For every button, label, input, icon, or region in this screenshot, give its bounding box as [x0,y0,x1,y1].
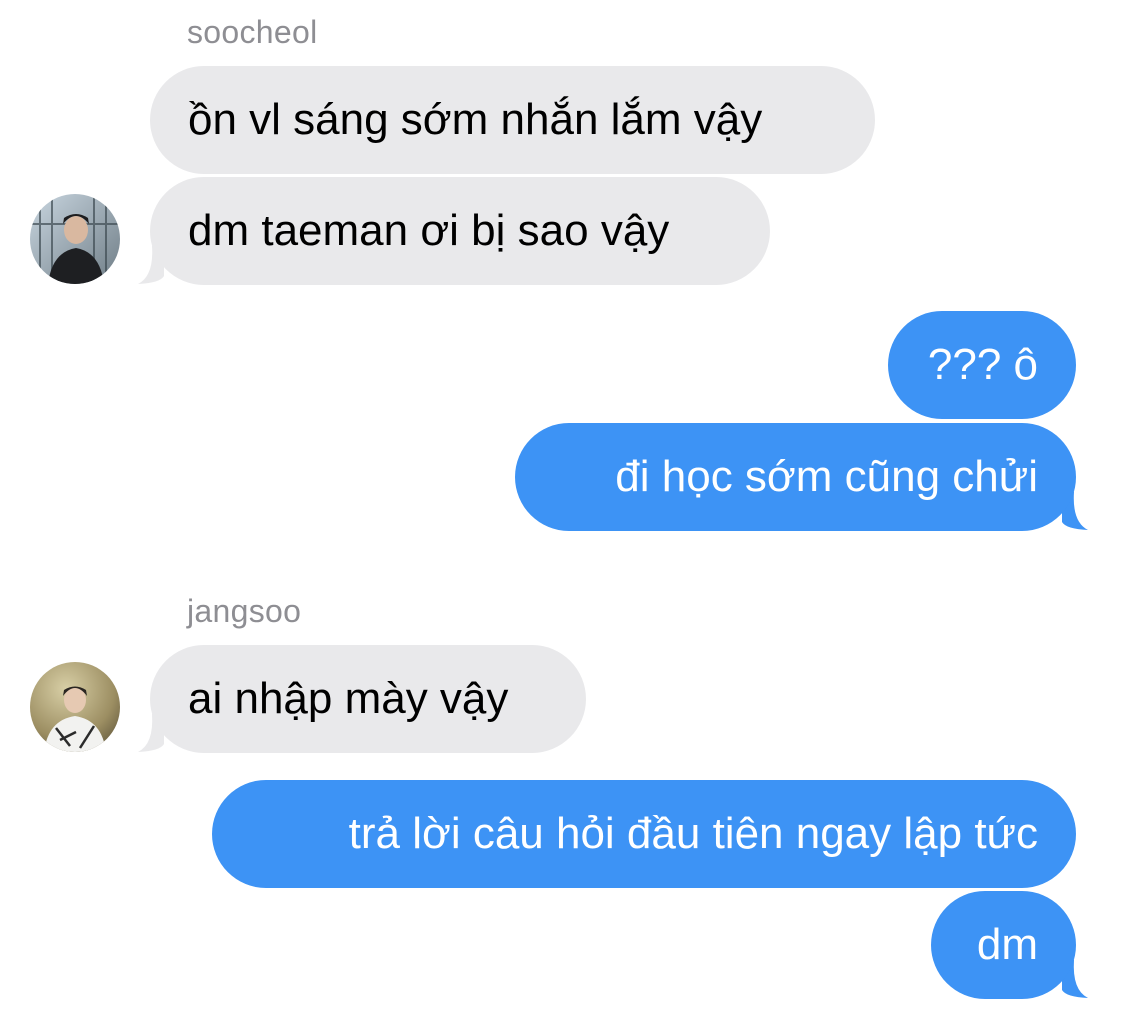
message-text: ai nhập mày vậy [188,674,509,723]
avatar-soocheol[interactable] [30,194,120,284]
message-bubble-outgoing[interactable]: dm [931,891,1076,999]
sender-name-soocheol: soocheol [187,14,318,50]
message-bubble-outgoing[interactable]: ??? ô [888,311,1076,419]
message-bubble-incoming[interactable]: ồn vl sáng sớm nhắn lắm vậy [150,66,875,174]
avatar-photo-icon [30,194,120,284]
message-bubble-incoming[interactable]: dm taeman ơi bị sao vậy [150,177,770,285]
message-text: dm [976,920,1038,969]
message-text: đi học sớm cũng chửi [615,452,1038,501]
message-text: ??? ô [927,340,1038,389]
message-text: ồn vl sáng sớm nhắn lắm vậy [188,95,763,144]
avatar-photo-icon [30,662,120,752]
message-text: dm taeman ơi bị sao vậy [188,206,670,255]
message-bubble-outgoing[interactable]: trả lời câu hỏi đầu tiên ngay lập tức [212,780,1076,888]
message-text: trả lời câu hỏi đầu tiên ngay lập tức [348,809,1038,858]
message-bubble-outgoing[interactable]: đi học sớm cũng chửi [515,423,1076,531]
sender-name-jangsoo: jangsoo [187,593,302,629]
message-bubble-incoming[interactable]: ai nhập mày vậy [150,645,586,753]
avatar-jangsoo[interactable] [30,662,120,752]
